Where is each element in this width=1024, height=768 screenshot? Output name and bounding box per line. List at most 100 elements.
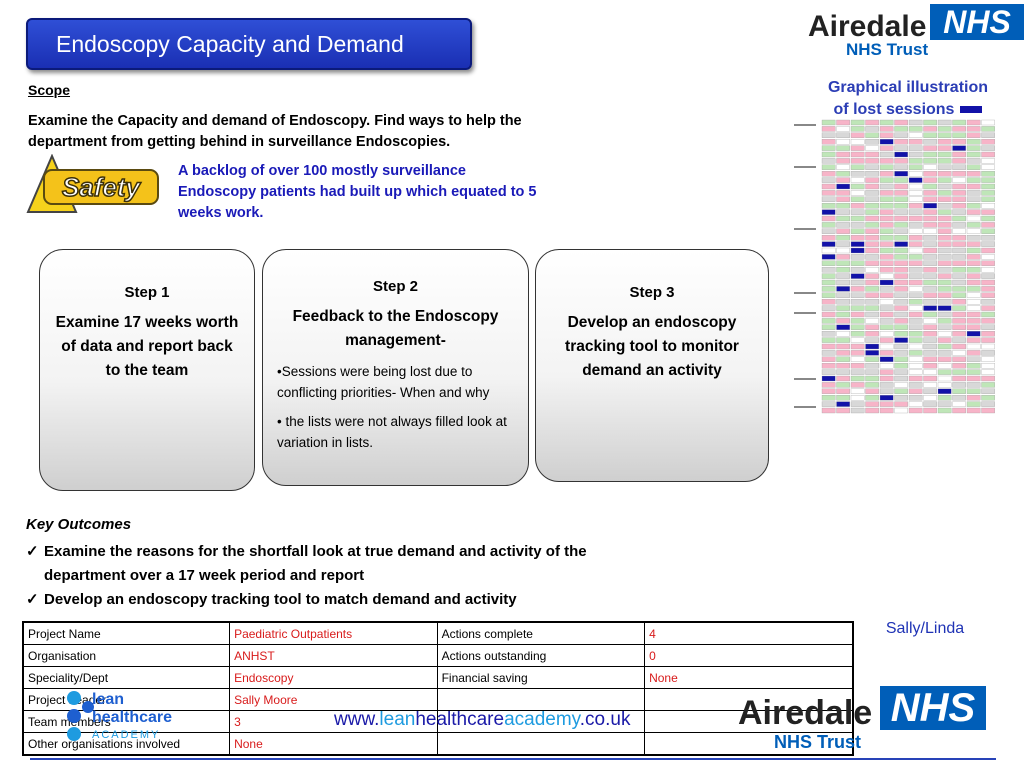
grid-cell <box>908 228 923 234</box>
grid-cell <box>894 267 908 273</box>
grid-cell <box>908 119 923 126</box>
grid-cell <box>937 324 952 330</box>
grid-cell <box>821 407 836 414</box>
grid-cell <box>821 331 836 337</box>
url-part: lean <box>379 709 416 730</box>
logo-airedale-word: Airedale <box>738 694 873 732</box>
grid-cell <box>821 196 836 202</box>
grid-cell <box>821 395 836 401</box>
grid-cell <box>952 228 966 234</box>
grid-cell <box>821 126 836 132</box>
grid-cell <box>836 318 850 324</box>
lean-logo-line2: healthcare <box>92 709 172 726</box>
grid-cell <box>981 299 995 305</box>
grid-cell <box>894 254 908 260</box>
grid-cell <box>966 145 981 151</box>
grid-cell <box>836 369 850 375</box>
grid-cell <box>821 375 836 382</box>
table-cell: Organisation <box>22 644 231 667</box>
grid-cell <box>850 119 865 126</box>
grid-cell <box>952 292 966 298</box>
slide-title: Endoscopy Capacity and Demand <box>26 18 472 70</box>
grid-cell <box>937 247 952 254</box>
grid-row-label-mark <box>794 124 816 126</box>
grid-cell <box>937 350 952 356</box>
grid-cell <box>923 215 937 222</box>
grid-cell <box>966 183 981 190</box>
grid-cell <box>908 350 923 356</box>
grid-cell <box>865 235 879 241</box>
grid-cell <box>879 119 894 126</box>
grid-cell <box>894 305 908 311</box>
grid-cell <box>937 235 952 241</box>
grid-cell <box>923 267 937 273</box>
grid-cell <box>966 267 981 273</box>
grid-cell <box>981 267 995 273</box>
table-cell <box>436 688 646 711</box>
grid-cell <box>952 407 966 414</box>
lost-sessions-grid-image <box>792 116 1000 426</box>
airedale-nhs-logo-bottom: Airedale NHS NHS Trust <box>736 680 996 756</box>
step-1-heading: Step 1 <box>124 284 170 301</box>
grid-row-label-mark <box>794 166 816 168</box>
grid-cell <box>821 388 836 394</box>
grid-cell <box>966 203 981 209</box>
grid-cell <box>908 164 923 170</box>
grid-cell <box>836 158 850 164</box>
grid-cell <box>966 356 981 362</box>
table-cell: Actions outstanding <box>436 644 646 667</box>
table-cell: Financial saving <box>436 666 646 689</box>
grid-cell <box>966 139 981 145</box>
grid-cell <box>850 228 865 234</box>
grid-cell <box>966 126 981 132</box>
grid-cell <box>966 209 981 215</box>
grid-cell <box>894 311 908 318</box>
grid-cell <box>981 151 995 158</box>
grid-cell <box>894 363 908 369</box>
step-3-box: Step 3 Develop an endoscopy tracking too… <box>535 249 769 482</box>
step-3-body: Develop an endoscopy tracking tool to mo… <box>565 314 739 379</box>
grid-cell <box>894 260 908 266</box>
grid-cell <box>850 401 865 407</box>
grid-cell <box>865 305 879 311</box>
grid-cell <box>879 331 894 337</box>
grid-cell <box>966 151 981 158</box>
grid-cell <box>981 350 995 356</box>
grid-cell <box>894 139 908 145</box>
grid-cell <box>850 209 865 215</box>
grid-cell <box>850 286 865 292</box>
grid-cell <box>836 209 850 215</box>
grid-cell <box>821 286 836 292</box>
grid-cell <box>894 375 908 382</box>
grid-cell <box>850 292 865 298</box>
grid-cell <box>879 260 894 266</box>
grid-cell <box>821 164 836 170</box>
grid-cell <box>923 196 937 202</box>
grid-cell <box>923 260 937 266</box>
grid-cell <box>952 356 966 362</box>
grid-cell <box>908 292 923 298</box>
grid-cell <box>836 350 850 356</box>
grid-cell <box>850 190 865 196</box>
grid-cell <box>879 203 894 209</box>
grid-cell <box>981 203 995 209</box>
grid-cell <box>894 171 908 177</box>
grid-cell <box>894 119 908 126</box>
grid-cell <box>937 395 952 401</box>
grid-row-label-mark <box>794 406 816 408</box>
grid-cell <box>923 382 937 388</box>
grid-cell <box>850 183 865 190</box>
website-url[interactable]: www.leanhealthcareacademy.co.uk <box>334 709 630 731</box>
grid-cell <box>894 228 908 234</box>
grid-cell <box>966 247 981 254</box>
grid-cell <box>966 395 981 401</box>
grid-cell <box>879 171 894 177</box>
grid-cell <box>850 215 865 222</box>
grid-cell <box>821 311 836 318</box>
grid-cell <box>894 247 908 254</box>
url-part: .co.uk <box>579 709 631 730</box>
grid-cell <box>865 318 879 324</box>
grid-cell <box>836 151 850 158</box>
checkmark-icon: ✓ <box>26 543 39 560</box>
grid-cell <box>981 215 995 222</box>
